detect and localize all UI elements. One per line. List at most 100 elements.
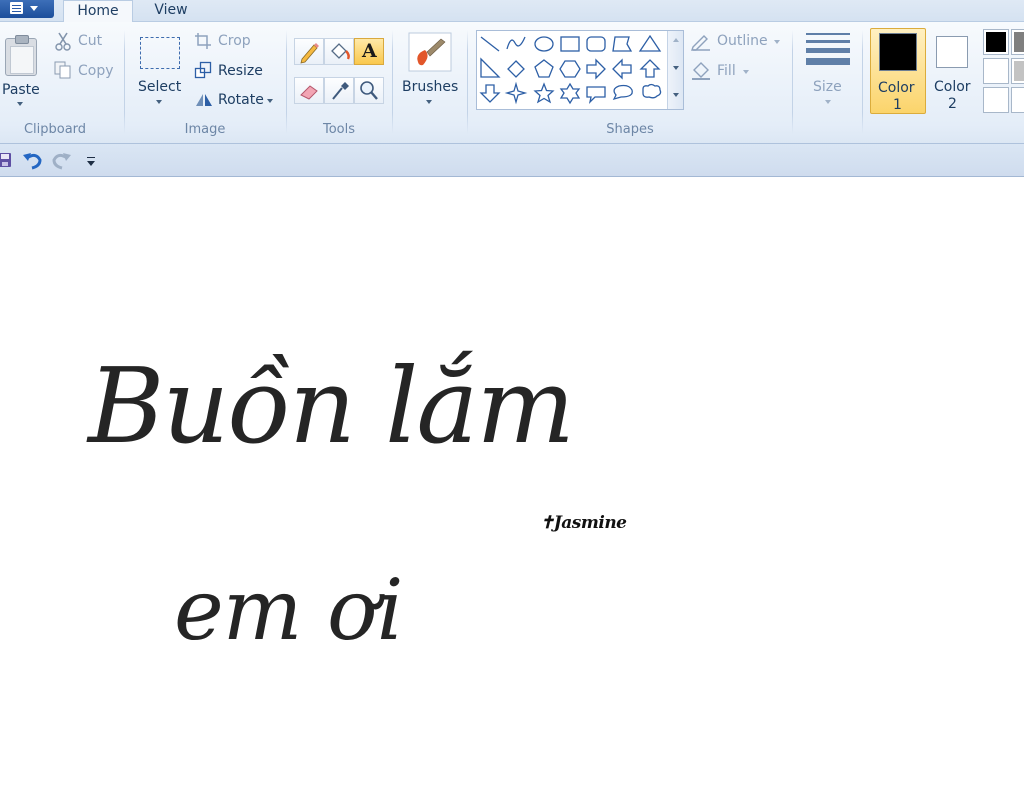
crop-button[interactable]: Crop — [194, 30, 258, 52]
chevron-down-icon — [17, 102, 23, 106]
group-separator — [124, 30, 125, 134]
canvas-text-line2: em ơi — [174, 561, 404, 659]
group-label-image: Image — [184, 122, 226, 137]
canvas-signature: ✝Jasmine — [540, 513, 627, 533]
color2-button[interactable]: Color 2 — [928, 28, 978, 114]
color2-number: 2 — [948, 96, 957, 112]
eraser-tool[interactable] — [294, 77, 324, 104]
oval-callout-shape-icon — [612, 84, 633, 101]
color1-label: Color — [878, 80, 915, 96]
tab-view[interactable]: View — [140, 0, 202, 23]
customize-icon — [87, 161, 95, 166]
color1-number: 1 — [893, 97, 902, 113]
chevron-down-icon — [825, 100, 831, 104]
color-picker-icon — [332, 82, 349, 100]
fill-shape-button[interactable]: Fill — [690, 60, 752, 82]
app-menu-icon — [10, 2, 23, 14]
crop-icon — [195, 33, 211, 49]
rotate-icon — [196, 94, 212, 106]
right-arrow-shape-icon — [586, 58, 606, 80]
size-label: Size — [813, 79, 842, 95]
copy-button[interactable]: Copy — [52, 59, 118, 81]
down-arrow-shape-icon — [479, 84, 501, 103]
color1-swatch — [879, 33, 917, 71]
six-point-star-shape-icon — [559, 82, 581, 105]
rotate-button[interactable]: Rotate — [194, 88, 278, 110]
chevron-down-icon — [743, 70, 749, 74]
chevron-down-icon — [774, 40, 780, 44]
drawing-canvas[interactable]: Buồn lắm ✝Jasmine em ơi — [0, 177, 1024, 802]
four-point-star-shape-icon — [504, 81, 528, 105]
scroll-up-icon[interactable] — [673, 38, 679, 42]
cut-icon — [55, 32, 71, 51]
group-label-tools: Tools — [322, 122, 356, 137]
outline-button[interactable]: Outline — [690, 30, 782, 52]
left-arrow-shape-icon — [612, 58, 632, 80]
brushes-button[interactable]: Brushes — [398, 28, 460, 114]
five-point-star-shape-icon — [533, 82, 555, 104]
color1-button[interactable]: Color 1 — [870, 28, 926, 114]
chevron-down-icon — [426, 100, 432, 104]
palette-swatch[interactable] — [1011, 29, 1024, 55]
fill-shape-icon — [692, 62, 710, 80]
save-icon[interactable] — [0, 152, 12, 168]
shapes-gallery-icons — [479, 34, 662, 105]
shapes-gallery-scrollbar[interactable] — [667, 31, 683, 109]
chevron-down-icon — [267, 99, 273, 103]
pencil-tool[interactable] — [294, 38, 324, 65]
rounded-rectangle-shape-icon — [586, 36, 606, 52]
group-separator — [392, 30, 393, 134]
pentagon-shape-icon — [534, 59, 554, 78]
canvas-text-line1: Buồn lắm — [88, 345, 575, 467]
ribbon-tab-strip: Home View — [0, 0, 1024, 23]
tab-home[interactable]: Home — [63, 0, 133, 23]
rect-callout-shape-icon — [586, 86, 606, 104]
size-button[interactable]: Size — [800, 28, 856, 114]
palette-swatch[interactable] — [1011, 87, 1024, 113]
select-button[interactable]: Select — [134, 28, 186, 114]
paste-label: Paste — [2, 82, 40, 98]
magnifier-tool[interactable] — [354, 77, 384, 104]
cloud-callout-shape-icon — [642, 83, 662, 99]
hexagon-shape-icon — [559, 60, 581, 78]
magnifier-icon — [360, 81, 378, 100]
resize-label: Resize — [218, 63, 263, 79]
resize-button[interactable]: Resize — [194, 59, 266, 81]
color2-swatch — [936, 36, 968, 68]
quick-access-toolbar — [0, 144, 1024, 177]
paste-button[interactable]: Paste — [0, 26, 42, 112]
diamond-shape-icon — [507, 60, 525, 78]
color2-label: Color — [934, 79, 971, 95]
copy-icon — [54, 61, 71, 79]
right-triangle-shape-icon — [480, 57, 501, 78]
palette-swatch[interactable] — [1011, 58, 1024, 84]
cut-button[interactable]: Cut — [52, 30, 114, 52]
line-shape-icon — [480, 36, 500, 52]
brush-icon — [408, 32, 452, 72]
up-arrow-shape-icon — [639, 59, 661, 78]
palette-swatch[interactable] — [983, 87, 1009, 113]
color-picker-tool[interactable] — [324, 77, 354, 104]
redo-icon[interactable] — [50, 150, 72, 170]
cut-label: Cut — [78, 33, 103, 49]
fill-label: Fill — [717, 63, 736, 79]
group-separator — [467, 30, 468, 134]
fill-tool[interactable] — [324, 38, 354, 65]
select-label: Select — [138, 79, 182, 95]
text-tool[interactable]: A — [354, 38, 384, 65]
palette-swatch[interactable] — [983, 58, 1009, 84]
oval-shape-icon — [534, 36, 554, 52]
text-icon: A — [362, 40, 377, 62]
palette-swatch[interactable] — [983, 29, 1009, 55]
undo-icon[interactable] — [22, 150, 44, 170]
shapes-gallery[interactable] — [476, 30, 684, 110]
app-menu-button[interactable] — [0, 0, 54, 18]
gallery-expand-icon[interactable] — [673, 93, 679, 97]
rectangle-shape-icon — [560, 36, 580, 52]
rotate-label: Rotate — [218, 92, 264, 108]
chevron-down-icon — [156, 100, 162, 104]
resize-icon — [194, 61, 212, 79]
polygon-shape-icon — [612, 36, 633, 52]
scroll-down-icon[interactable] — [673, 66, 679, 70]
customize-qat-button[interactable] — [84, 154, 96, 168]
